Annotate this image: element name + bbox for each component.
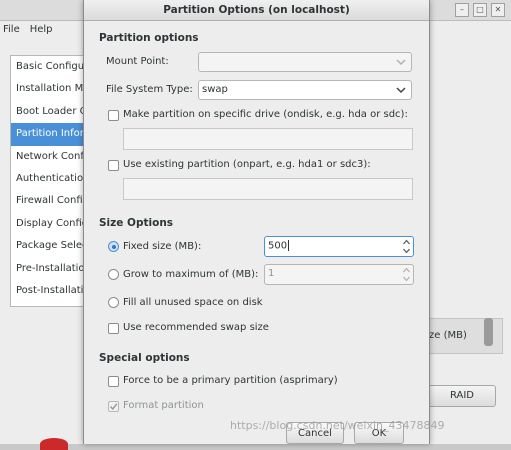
grow-value: 1 — [268, 268, 275, 279]
chevron-down-icon — [396, 59, 406, 66]
raid-button[interactable]: RAID — [428, 385, 496, 407]
sidebar-item-package-selection[interactable]: Package Selection — [11, 235, 85, 257]
window-controls: – □ ✕ — [455, 3, 505, 17]
fixed-size-label: Fixed size (MB): — [123, 241, 202, 252]
primary-partition-label: Force to be a primary partition (asprima… — [123, 375, 338, 386]
sidebar-item-partition-information[interactable]: Partition Information — [11, 123, 85, 146]
sidebar-item-firewall[interactable]: Firewall Configuration — [11, 190, 85, 212]
existing-partition-label: Use existing partition (onpart, e.g. hda… — [123, 159, 371, 170]
fs-type-combo[interactable]: swap — [198, 80, 412, 100]
menu-help[interactable]: Help — [30, 21, 53, 39]
existing-partition-field[interactable] — [123, 178, 413, 200]
partition-options-heading: Partition options — [99, 32, 199, 44]
grow-spinner[interactable]: 1 — [264, 264, 414, 285]
spin-up-icon[interactable] — [402, 266, 411, 274]
sidebar-item-boot-loader[interactable]: Boot Loader Options — [11, 101, 85, 123]
mount-point-combo[interactable] — [198, 52, 412, 72]
chevron-down-icon — [396, 87, 406, 94]
spin-down-icon[interactable] — [402, 275, 411, 283]
partition-options-dialog: Partition Options (on localhost) Partiti… — [83, 0, 430, 444]
sidebar: Basic Configuration Installation Method … — [10, 55, 86, 307]
existing-partition-checkbox[interactable] — [108, 160, 119, 171]
text-caret — [288, 240, 290, 251]
watermark: https://blog.csdn.net/weixin_43478849 — [230, 419, 445, 432]
sidebar-item-post-installation[interactable]: Post-Installation Script — [11, 280, 85, 302]
grow-label: Grow to maximum of (MB): — [123, 269, 259, 280]
format-partition-label: Format partition — [123, 400, 204, 411]
minimize-icon[interactable]: – — [455, 3, 469, 17]
sidebar-item-installation-method[interactable]: Installation Method — [11, 78, 85, 100]
sidebar-item-basic-configuration[interactable]: Basic Configuration — [11, 56, 85, 78]
recommended-swap-label: Use recommended swap size — [123, 322, 269, 333]
fs-type-label: File System Type: — [106, 84, 193, 95]
fill-space-radio[interactable] — [108, 297, 119, 308]
primary-partition-checkbox[interactable] — [108, 376, 119, 387]
grow-radio[interactable] — [108, 269, 119, 280]
spin-down-icon[interactable] — [402, 247, 411, 255]
close-icon[interactable]: ✕ — [491, 3, 505, 17]
scrollbar-thumb[interactable] — [484, 318, 493, 346]
fill-space-label: Fill all unused space on disk — [123, 297, 263, 308]
fixed-size-radio[interactable] — [108, 241, 119, 252]
sidebar-item-authentication[interactable]: Authentication — [11, 168, 85, 190]
specific-drive-field[interactable] — [123, 128, 413, 150]
spin-up-icon[interactable] — [402, 238, 411, 246]
dialog-title: Partition Options (on localhost) — [84, 0, 429, 21]
sidebar-item-pre-installation[interactable]: Pre-Installation Script — [11, 258, 85, 280]
specific-drive-label: Make partition on specific drive (ondisk… — [123, 109, 408, 120]
sidebar-item-display[interactable]: Display Configuration — [11, 213, 85, 235]
sidebar-item-network[interactable]: Network Configuration — [11, 146, 85, 168]
taskbar-app-icon[interactable] — [40, 438, 68, 450]
fs-type-value: swap — [202, 84, 228, 95]
recommended-swap-checkbox[interactable] — [108, 323, 119, 334]
maximize-icon[interactable]: □ — [473, 3, 487, 17]
fixed-size-value: 500 — [268, 240, 288, 252]
specific-drive-checkbox[interactable] — [108, 110, 119, 121]
size-options-heading: Size Options — [99, 217, 174, 229]
column-header-size[interactable]: ze (MB) — [429, 330, 467, 341]
format-partition-checkbox[interactable] — [108, 401, 119, 412]
mount-point-label: Mount Point: — [106, 56, 169, 67]
menu-file[interactable]: File — [3, 21, 20, 39]
fixed-size-spinner[interactable]: 500 — [264, 236, 414, 257]
special-options-heading: Special options — [99, 352, 190, 364]
checkmark-icon — [109, 403, 118, 411]
